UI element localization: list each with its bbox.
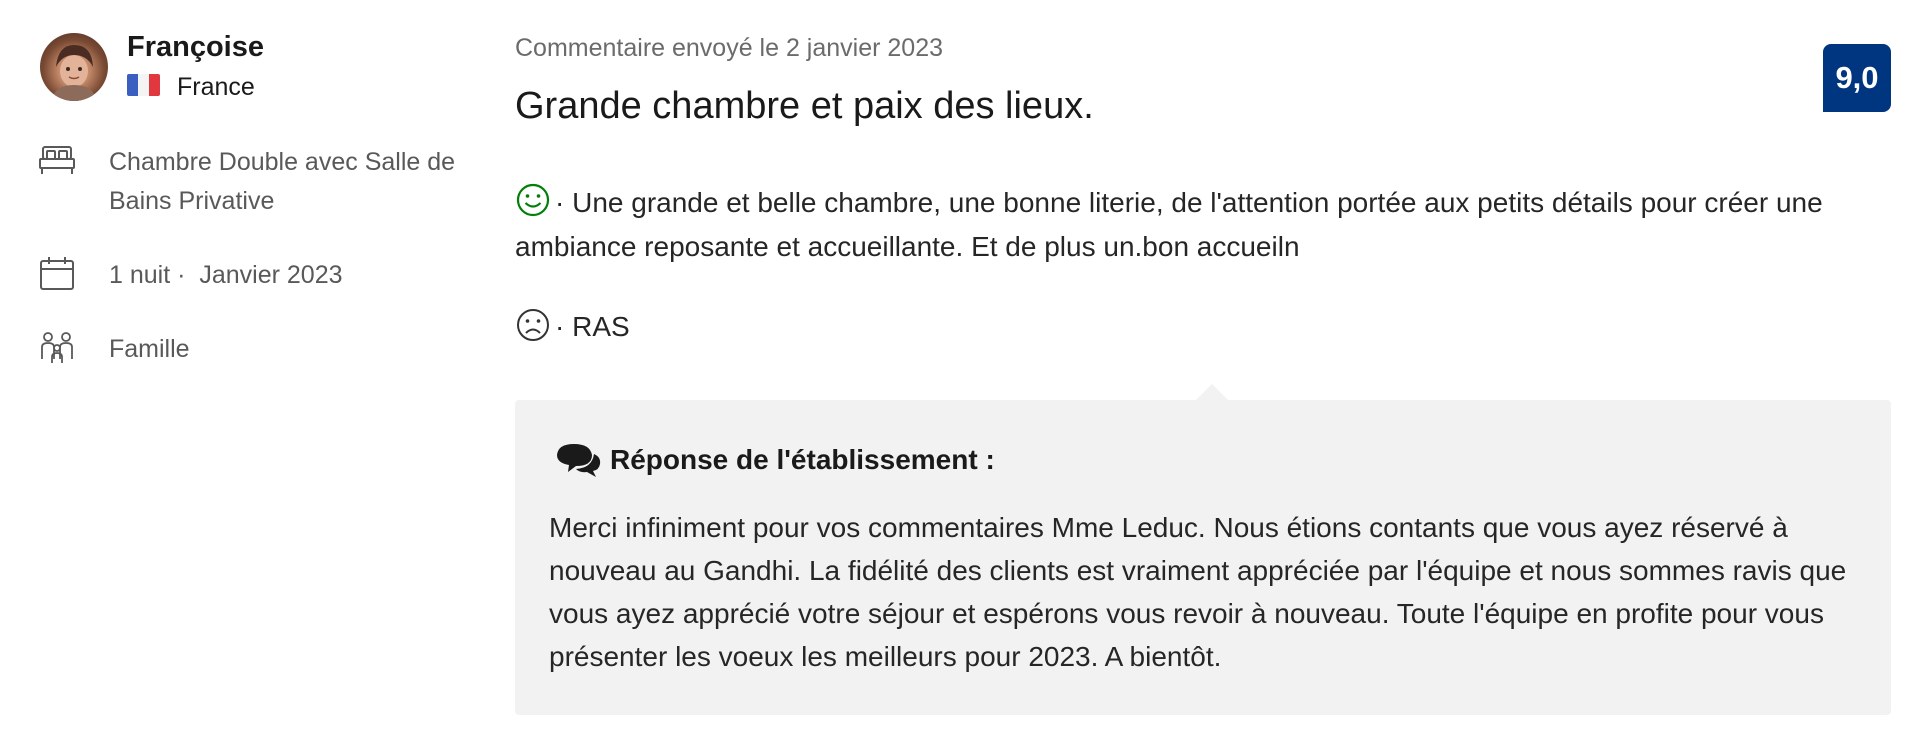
reviewer-panel: Françoise France Chambre Double avec Sal… <box>0 0 500 737</box>
calendar-icon <box>38 256 76 290</box>
response-heading: Réponse de l'établissement : <box>554 440 995 480</box>
negative-text: · RAS <box>555 311 630 342</box>
response-heading-label: Réponse de l'établissement : <box>610 444 995 475</box>
bed-icon <box>38 143 76 177</box>
traveler-type: Famille <box>109 335 190 363</box>
stay-month: Janvier 2023 <box>199 261 343 289</box>
review-title: Grande chambre et paix des lieux. <box>515 85 1094 127</box>
stay-nights: 1 nuit · <box>109 261 186 289</box>
positive-text: · Une grande et belle chambre, une bonne… <box>515 187 1823 262</box>
room-type: Chambre Double avec Salle de Bains Priva… <box>109 148 456 215</box>
group-icon <box>38 331 76 365</box>
reviewer-name: Françoise <box>127 31 264 63</box>
score-badge: 9,0 <box>1823 44 1891 112</box>
avatar <box>40 33 108 101</box>
response-pointer <box>1195 384 1229 401</box>
negative-comment: · RAS <box>515 307 630 347</box>
response-body: Merci infiniment pour vos commentaires M… <box>549 512 1847 672</box>
positive-comment: · Une grande et belle chambre, une bonne… <box>515 181 1895 269</box>
france-flag-icon <box>127 74 160 96</box>
frown-icon <box>515 307 551 343</box>
speech-bubbles-icon <box>554 440 602 480</box>
reviewer-country: France <box>177 73 255 101</box>
review-card: Françoise France Chambre Double avec Sal… <box>0 0 1920 737</box>
smile-icon <box>515 182 551 218</box>
review-sent-date: Commentaire envoyé le 2 janvier 2023 <box>515 34 944 62</box>
stay-duration: 1 nuit · Janvier 2023 <box>109 256 469 295</box>
